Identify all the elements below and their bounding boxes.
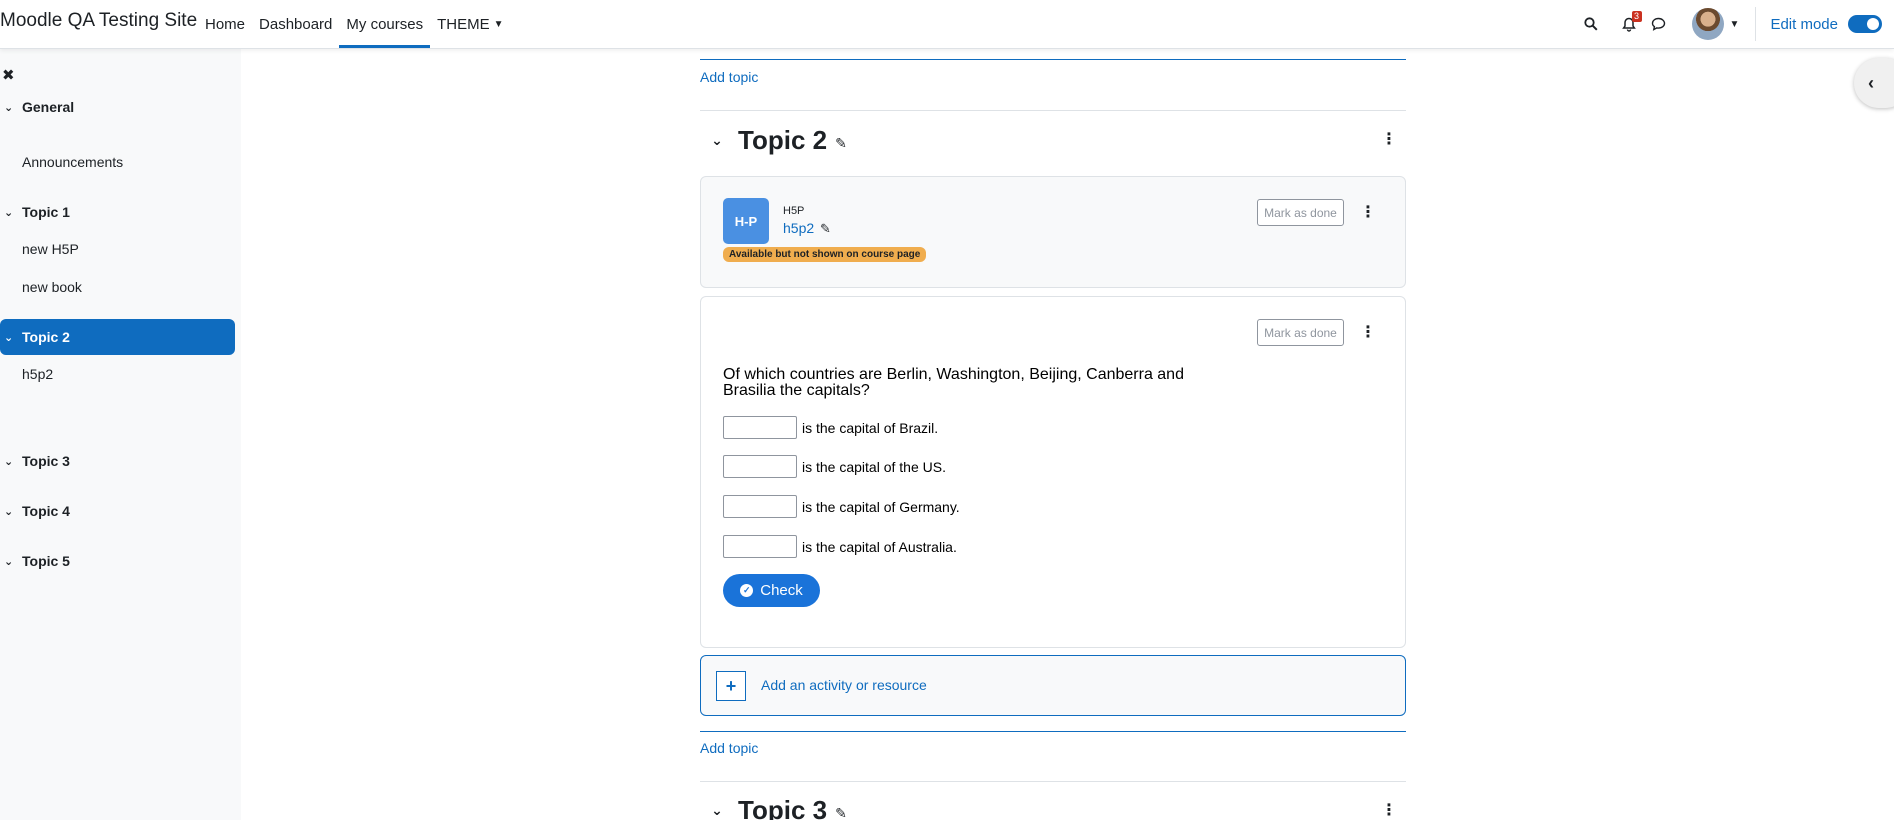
chevron-down-icon[interactable]: ⌄: [4, 331, 18, 344]
add-activity-label: Add an activity or resource: [761, 677, 927, 693]
blank-label: is the capital of Brazil.: [802, 419, 939, 436]
plus-icon: +: [716, 671, 746, 701]
topic-2-header: ⌄ Topic 2 ✎: [700, 122, 1406, 158]
notifications-button[interactable]: 3: [1614, 9, 1644, 39]
blank-input-brazil[interactable]: [723, 416, 797, 439]
add-topic-link[interactable]: Add topic: [700, 69, 758, 85]
course-index-section-topic-3[interactable]: ⌄ Topic 3: [0, 443, 235, 479]
activity-actions-kebab-icon[interactable]: ⋮: [1360, 205, 1376, 221]
mark-as-done-button[interactable]: Mark as done: [1257, 319, 1344, 346]
chevron-down-icon[interactable]: ⌄: [702, 132, 732, 149]
blank-row: is the capital of Brazil.: [723, 416, 938, 439]
add-topic-divider: [700, 59, 1406, 60]
add-topic-divider: [700, 731, 1406, 732]
section-title: Topic 2: [738, 124, 828, 155]
section-divider: [700, 110, 1406, 111]
activity-name-link[interactable]: h5p2: [783, 220, 814, 236]
section-label: Topic 4: [22, 503, 70, 519]
activity-actions-kebab-icon[interactable]: ⋮: [1360, 325, 1376, 341]
pencil-icon[interactable]: ✎: [820, 221, 831, 237]
availability-badge: Available but not shown on course page: [723, 247, 927, 262]
course-index-section-topic-4[interactable]: ⌄ Topic 4: [0, 493, 235, 529]
course-index-item-h5p2[interactable]: h5p2: [22, 366, 53, 382]
topic-3-header: ⌄ Topic 3 ✎: [700, 792, 1406, 820]
blank-label: is the capital of the US.: [802, 458, 946, 475]
edit-mode-label: Edit mode: [1770, 15, 1838, 33]
blank-row: is the capital of Australia.: [723, 535, 957, 558]
add-topic-link[interactable]: Add topic: [700, 740, 758, 756]
blank-input-us[interactable]: [723, 455, 797, 478]
course-index-drawer: ✖ ⌄ General Announcements ⌄ Topic 1 new …: [0, 49, 241, 820]
check-button-label: Check: [760, 582, 803, 599]
search-button[interactable]: [1576, 9, 1606, 39]
user-avatar[interactable]: [1691, 8, 1724, 40]
section-title: Topic 3: [738, 794, 828, 820]
chevron-down-icon[interactable]: ⌄: [4, 101, 18, 114]
block-drawer-toggle[interactable]: ‹: [1854, 58, 1894, 108]
course-index-section-topic-2[interactable]: ⌄ Topic 2: [0, 319, 235, 355]
nav-home[interactable]: Home: [198, 0, 252, 48]
blank-label: is the capital of Australia.: [802, 538, 957, 555]
add-activity-button[interactable]: + Add an activity or resource: [700, 655, 1406, 716]
blank-label: is the capital of Germany.: [802, 498, 960, 515]
section-label: General: [22, 99, 75, 115]
nav-theme-dropdown[interactable]: THEME ▼: [430, 0, 510, 48]
course-index-item-new-book[interactable]: new book: [22, 279, 82, 295]
close-icon[interactable]: ✖: [2, 66, 15, 84]
check-button[interactable]: ✓ Check: [723, 574, 820, 607]
h5p-icon: H-P: [723, 198, 769, 244]
message-icon: [1651, 17, 1666, 31]
pencil-icon[interactable]: ✎: [835, 805, 847, 820]
chevron-down-icon: ▼: [493, 18, 504, 30]
site-brand[interactable]: Moodle QA Testing Site: [0, 10, 197, 32]
blank-input-australia[interactable]: [723, 535, 797, 558]
mark-as-done-button[interactable]: Mark as done: [1257, 199, 1344, 226]
primary-navigation: Home Dashboard My courses THEME ▼: [198, 0, 511, 48]
h5p-question-text: Of which countries are Berlin, Washingto…: [723, 366, 1184, 399]
blank-row: is the capital of Germany.: [723, 495, 960, 518]
blank-input-germany[interactable]: [723, 495, 797, 518]
section-label: Topic 1: [22, 204, 70, 220]
activity-type-label: H5P: [783, 205, 805, 217]
section-actions-kebab-icon[interactable]: ⋮: [1381, 132, 1397, 148]
nav-my-courses[interactable]: My courses: [339, 0, 430, 48]
chevron-down-icon[interactable]: ▼: [1730, 19, 1740, 30]
notification-count-badge: 3: [1631, 11, 1642, 22]
section-label: Topic 2: [22, 329, 70, 345]
course-index-section-general[interactable]: ⌄ General: [0, 89, 235, 125]
edit-mode-toggle[interactable]: [1848, 15, 1882, 33]
course-index-section-topic-1[interactable]: ⌄ Topic 1: [0, 194, 235, 230]
messages-button[interactable]: [1644, 9, 1674, 39]
check-circle-icon: ✓: [740, 584, 754, 597]
pencil-icon[interactable]: ✎: [835, 135, 847, 152]
search-icon: [1583, 17, 1598, 31]
chevron-down-icon[interactable]: ⌄: [702, 802, 732, 819]
course-index-section-topic-5[interactable]: ⌄ Topic 5: [0, 543, 235, 579]
course-index-item-announcements[interactable]: Announcements: [22, 154, 123, 170]
chevron-down-icon[interactable]: ⌄: [4, 555, 18, 568]
navbar-right: 3 ▼ Edit mode: [1576, 0, 1894, 48]
chevron-left-icon: ‹: [1868, 72, 1874, 93]
section-actions-kebab-icon[interactable]: ⋮: [1381, 803, 1397, 819]
nav-dashboard[interactable]: Dashboard: [252, 0, 339, 48]
top-navbar: Moodle QA Testing Site Home Dashboard My…: [0, 0, 1894, 49]
section-label: Topic 3: [22, 453, 70, 469]
chevron-down-icon[interactable]: ⌄: [4, 206, 18, 219]
section-divider: [700, 781, 1406, 782]
blank-row: is the capital of the US.: [723, 455, 946, 478]
section-label: Topic 5: [22, 553, 70, 569]
activity-card-h5p2: H-P H5P h5p2 ✎ Available but not shown o…: [700, 176, 1406, 288]
chevron-down-icon[interactable]: ⌄: [4, 505, 18, 518]
nav-theme-label: THEME: [437, 15, 490, 33]
chevron-down-icon[interactable]: ⌄: [4, 455, 18, 468]
h5p-content-card: Mark as done ⋮ Of which countries are Be…: [700, 296, 1406, 648]
course-index-item-new-h5p[interactable]: new H5P: [22, 241, 79, 257]
navbar-divider: [1755, 7, 1757, 41]
